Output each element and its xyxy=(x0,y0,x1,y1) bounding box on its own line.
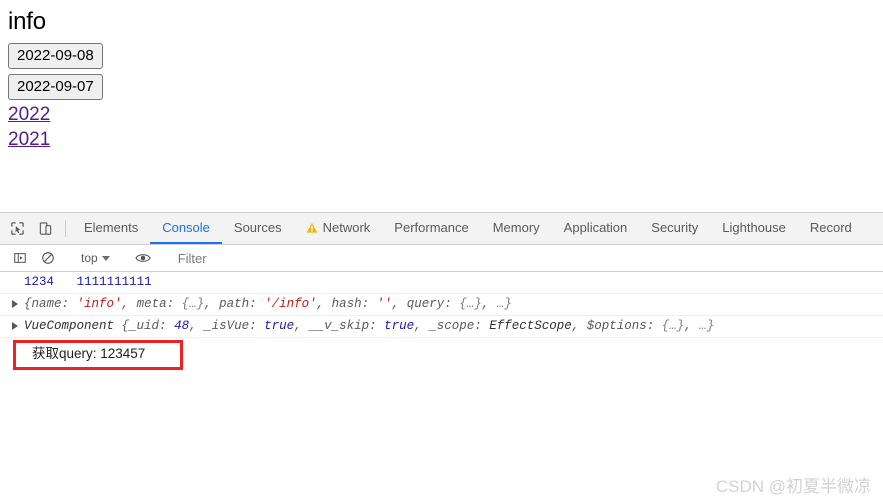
tab-console[interactable]: Console xyxy=(150,213,222,244)
vue-key-vskip: __v_skip: xyxy=(309,319,385,333)
console-context-label: top xyxy=(81,251,98,265)
obj-key-meta: meta: xyxy=(136,297,182,311)
warning-triangle-icon-svg xyxy=(306,222,317,233)
log-value-2: 1111111111 xyxy=(76,275,152,289)
expand-arrow-icon[interactable] xyxy=(12,300,18,308)
warning-triangle-icon xyxy=(306,222,318,234)
obj-val-query: {…} xyxy=(459,297,482,311)
tab-lighthouse-label: Lighthouse xyxy=(722,220,786,235)
obj-key-hash: hash: xyxy=(331,297,377,311)
console-message-query-result[interactable]: 获取query: 123457 xyxy=(0,338,883,370)
live-expression-eye-icon[interactable] xyxy=(129,251,157,265)
console-filter-input[interactable] xyxy=(173,250,880,266)
vue-val-isvue: true xyxy=(264,319,295,333)
tab-application[interactable]: Application xyxy=(552,213,640,244)
date-button-2[interactable]: 2022-09-07 xyxy=(8,74,103,100)
console-message-list: 1234 1111111111 {name: 'info', meta: {…}… xyxy=(0,272,883,504)
vue-key-options: $options: xyxy=(586,319,662,333)
vue-val-uid: 48 xyxy=(174,319,190,333)
date-button-1[interactable]: 2022-09-08 xyxy=(8,43,103,69)
tab-memory[interactable]: Memory xyxy=(481,213,552,244)
page-title: info xyxy=(8,8,46,35)
tab-elements-label: Elements xyxy=(84,220,139,235)
tab-elements[interactable]: Elements xyxy=(72,213,150,244)
vue-sep-4: , xyxy=(571,319,587,333)
obj-key-name: name: xyxy=(31,297,77,311)
vue-val-vskip: true xyxy=(384,319,415,333)
inspect-element-icon-svg xyxy=(10,222,24,235)
devtools-tabbar: Elements Console Sources Network Perform… xyxy=(0,213,883,245)
tab-performance[interactable]: Performance xyxy=(382,213,480,244)
tab-recorder-label: Record xyxy=(809,220,852,235)
vue-key-isvue: _isVue: xyxy=(204,319,265,333)
console-message-values[interactable]: 1234 1111111111 xyxy=(0,272,883,294)
tab-sources[interactable]: Sources xyxy=(222,213,294,244)
tab-application-label: Application xyxy=(563,220,628,235)
tab-console-label: Console xyxy=(162,220,210,235)
vue-sep-2: , xyxy=(294,319,310,333)
clear-console-icon-svg xyxy=(42,252,54,264)
csdn-watermark: CSDN @初夏半微凉 xyxy=(715,477,871,496)
vue-key-scope: _scope: xyxy=(429,319,490,333)
vue-val-options: {…} xyxy=(661,319,685,333)
tab-security-label: Security xyxy=(651,220,699,235)
devtools-panel: Elements Console Sources Network Perform… xyxy=(0,212,883,504)
console-filter-toolbar: top xyxy=(0,245,883,272)
obj-key-query: query: xyxy=(406,297,460,311)
tab-performance-label: Performance xyxy=(394,220,469,235)
tab-recorder[interactable]: Record xyxy=(798,213,864,244)
obj-sep-2: , xyxy=(204,297,220,311)
device-toolbar-icon[interactable] xyxy=(31,213,59,244)
obj-sep-4: , xyxy=(391,297,407,311)
tab-network-label: Network xyxy=(322,220,371,235)
obj-val-meta: {…} xyxy=(181,297,205,311)
expand-arrow-icon[interactable] xyxy=(12,322,18,330)
device-toolbar-icon-svg xyxy=(39,222,51,235)
obj-sep-3: , xyxy=(316,297,332,311)
vue-sep-5: , xyxy=(684,319,700,333)
obj-sep-1: , xyxy=(121,297,137,311)
web-page-viewport: info 2022-09-08 2022-09-07 2022 2021 xyxy=(0,0,883,212)
year-link-2022[interactable]: 2022 xyxy=(8,104,50,125)
obj-val-hash: '' xyxy=(376,297,392,311)
clear-console-icon[interactable] xyxy=(34,251,62,265)
obj-key-path: path: xyxy=(219,297,265,311)
chevron-down-icon xyxy=(101,255,110,261)
inspect-element-icon[interactable] xyxy=(3,213,31,244)
tab-sources-label: Sources xyxy=(233,220,282,235)
tab-memory-label: Memory xyxy=(492,220,540,235)
tabbar-separator xyxy=(65,220,66,237)
query-result-text: 获取query: 123457 xyxy=(32,346,146,361)
obj-val-name: 'info' xyxy=(76,297,122,311)
vue-ctor-name: VueComponent xyxy=(24,319,122,333)
tab-lighthouse[interactable]: Lighthouse xyxy=(710,213,798,244)
log-value-1: 1234 xyxy=(24,275,55,289)
vue-sep-3: , xyxy=(414,319,430,333)
vue-tail: …} xyxy=(699,319,715,333)
console-message-vue-component[interactable]: VueComponent {_uid: 48, _isVue: true, __… xyxy=(0,316,883,338)
log-value-space xyxy=(62,275,70,289)
obj-sep-5: , xyxy=(481,297,497,311)
vue-val-scope: EffectScope xyxy=(489,319,572,333)
year-link-2021[interactable]: 2021 xyxy=(8,129,50,150)
vue-key-uid: _uid: xyxy=(129,319,175,333)
obj-val-path: '/info' xyxy=(264,297,317,311)
vue-open-brace: { xyxy=(121,319,130,333)
tab-security[interactable]: Security xyxy=(639,213,710,244)
live-expression-eye-icon-svg xyxy=(134,254,151,262)
obj-open-brace: { xyxy=(24,297,32,311)
console-message-route-object[interactable]: {name: 'info', meta: {…}, path: '/info',… xyxy=(0,294,883,316)
vue-sep-1: , xyxy=(189,319,205,333)
tab-network[interactable]: Network xyxy=(294,213,383,244)
console-context-selector[interactable]: top xyxy=(75,251,116,265)
console-sidebar-icon-svg xyxy=(14,253,26,263)
obj-tail: …} xyxy=(496,297,512,311)
console-sidebar-icon[interactable] xyxy=(6,251,34,265)
